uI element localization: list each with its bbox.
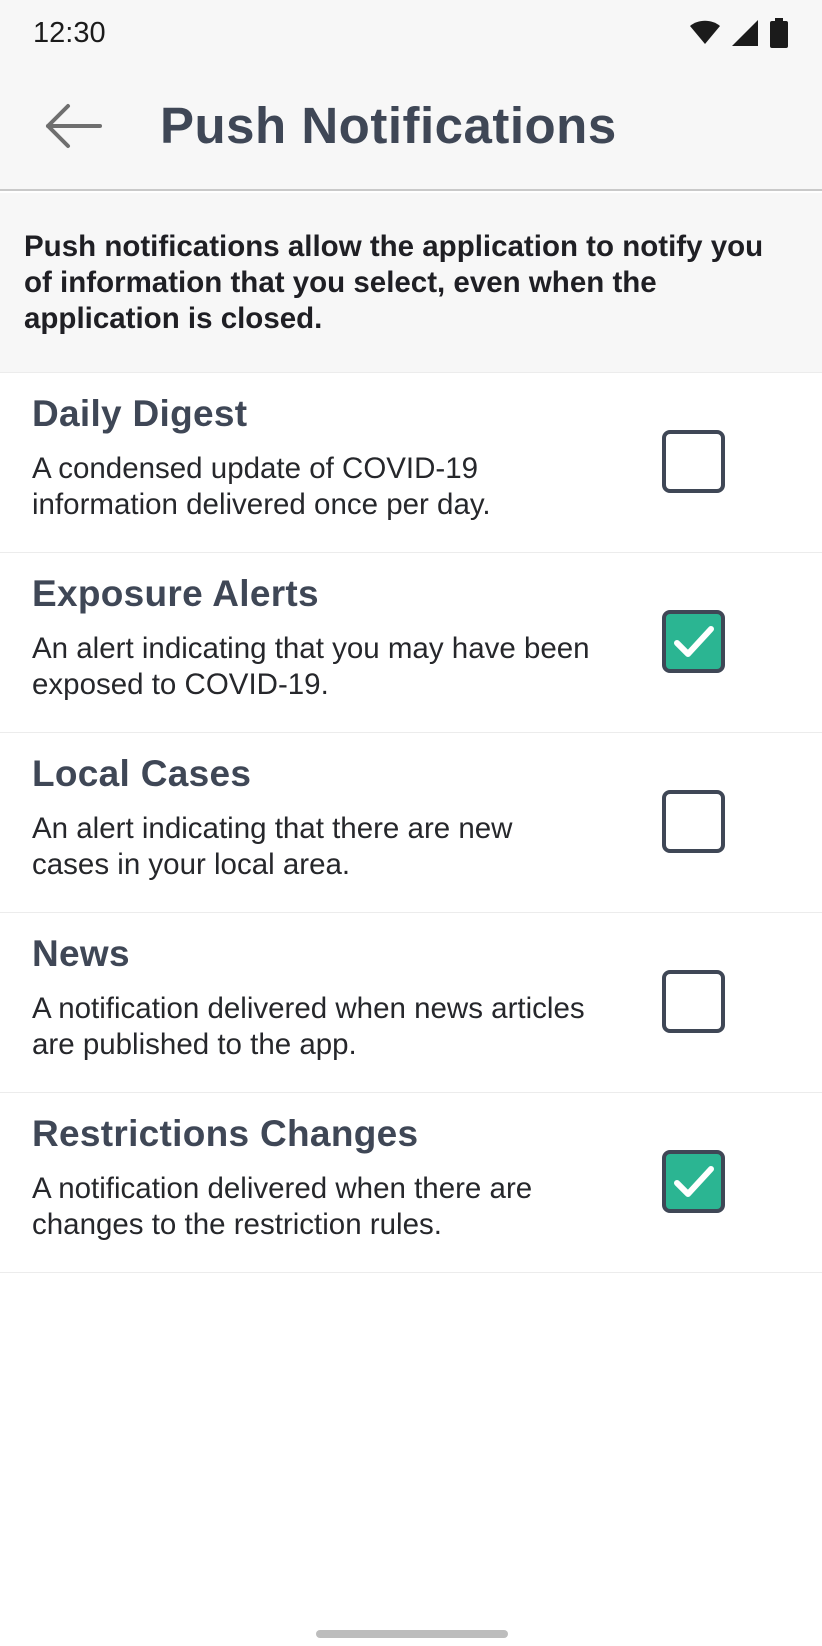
daily-digest-checkbox[interactable] xyxy=(662,430,725,493)
restrictions-changes-checkbox[interactable] xyxy=(662,1150,725,1213)
notification-options-list: Daily Digest A condensed update of COVID… xyxy=(0,373,822,1273)
checkmark-icon xyxy=(673,625,714,657)
option-local-cases[interactable]: Local Cases An alert indicating that the… xyxy=(0,733,822,913)
local-cases-checkbox[interactable] xyxy=(662,790,725,853)
option-title: Daily Digest xyxy=(32,393,248,434)
news-checkbox[interactable] xyxy=(662,970,725,1033)
status-time: 12:30 xyxy=(33,17,106,49)
option-title: Local Cases xyxy=(32,753,252,794)
intro-section: Push notifications allow the application… xyxy=(0,193,822,373)
checkmark-icon xyxy=(673,1165,714,1197)
status-bar: 12:30 xyxy=(0,0,822,70)
app-bar: Push Notifications xyxy=(0,70,822,191)
cellular-signal-icon xyxy=(732,20,758,46)
option-news[interactable]: News A notification delivered when news … xyxy=(0,913,822,1093)
exposure-alerts-checkbox[interactable] xyxy=(662,610,725,673)
option-description: A condensed update of COVID-19 informati… xyxy=(32,452,491,521)
option-description: A notification delivered when there are … xyxy=(32,1172,533,1241)
option-title: Exposure Alerts xyxy=(32,573,319,614)
option-daily-digest[interactable]: Daily Digest A condensed update of COVID… xyxy=(0,373,822,553)
battery-icon xyxy=(770,18,788,48)
option-restrictions-changes[interactable]: Restrictions Changes A notification deli… xyxy=(0,1093,822,1273)
arrow-left-icon xyxy=(44,102,104,155)
option-exposure-alerts[interactable]: Exposure Alerts An alert indicating that… xyxy=(0,553,822,733)
option-title: News xyxy=(32,933,130,974)
intro-text: Push notifications allow the application… xyxy=(24,230,764,335)
status-icons xyxy=(690,18,788,48)
option-description: A notification delivered when news artic… xyxy=(32,992,585,1061)
option-description: An alert indicating that there are new c… xyxy=(32,812,513,881)
back-button[interactable] xyxy=(40,94,108,162)
option-title: Restrictions Changes xyxy=(32,1113,419,1154)
option-description: An alert indicating that you may have be… xyxy=(32,632,590,701)
wifi-icon xyxy=(690,20,720,46)
home-indicator[interactable] xyxy=(316,1630,508,1638)
page-title: Push Notifications xyxy=(160,97,617,154)
